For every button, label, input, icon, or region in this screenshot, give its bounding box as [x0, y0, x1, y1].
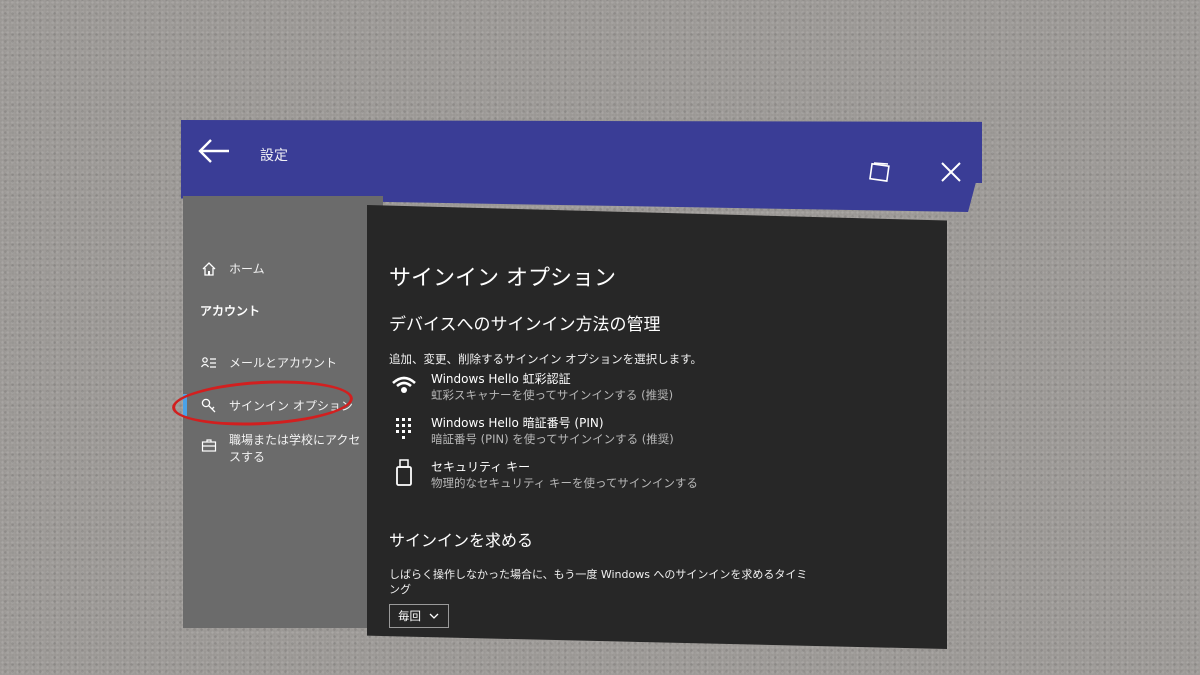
- sidebar-item-label: 職場または学校にアクセスする: [229, 433, 361, 464]
- main-content: サインイン オプション デバイスへのサインイン方法の管理 追加、変更、削除するサ…: [367, 205, 947, 649]
- option-iris[interactable]: Windows Hello 虹彩認証 虹彩スキャナーを使ってサインインする (推…: [391, 371, 673, 403]
- sidebar-item-label: メールとアカウント: [229, 356, 338, 370]
- section-heading-require-signin: サインインを求める: [389, 531, 534, 550]
- option-title: Windows Hello 虹彩認証: [431, 372, 571, 386]
- restore-button[interactable]: [868, 160, 892, 183]
- back-button[interactable]: [197, 136, 231, 166]
- option-title: セキュリティ キー: [431, 460, 531, 474]
- title-bar: 設定: [181, 120, 982, 183]
- require-signin-dropdown[interactable]: 毎回: [389, 604, 449, 628]
- intro-text: 追加、変更、削除するサインイン オプションを選択します。: [389, 352, 703, 366]
- sidebar-item-home[interactable]: ホーム: [201, 260, 265, 277]
- require-signin-text: しばらく操作しなかった場合に、もう一度 Windows へのサインインを求めるタ…: [389, 568, 808, 596]
- chevron-down-icon: [429, 613, 439, 619]
- keypad-icon: [396, 418, 411, 439]
- restore-window-icon: [869, 162, 890, 182]
- option-security-key[interactable]: セキュリティ キー 物理的なセキュリティ キーを使ってサインインする: [391, 459, 698, 491]
- option-description: 物理的なセキュリティ キーを使ってサインインする: [431, 476, 698, 490]
- briefcase-icon: [201, 439, 217, 452]
- option-title: Windows Hello 暗証番号 (PIN): [431, 416, 604, 430]
- close-button[interactable]: [939, 160, 963, 183]
- people-list-icon: [201, 357, 216, 368]
- option-description: 暗証番号 (PIN) を使ってサインインする (推奨): [431, 432, 674, 446]
- sidebar-home-label: ホーム: [229, 262, 265, 276]
- eye-icon: [392, 376, 416, 393]
- option-pin[interactable]: Windows Hello 暗証番号 (PIN) 暗証番号 (PIN) を使って…: [391, 415, 674, 447]
- window-title: 設定: [260, 148, 288, 164]
- option-description: 虹彩スキャナーを使ってサインインする (推奨): [431, 388, 674, 402]
- page-title: サインイン オプション: [389, 266, 616, 291]
- usb-key-icon: [396, 459, 412, 486]
- sidebar-item-email-accounts[interactable]: メールとアカウント: [201, 354, 337, 371]
- close-icon: [941, 162, 961, 182]
- settings-window: 設定 ホーム アカウント メールとアカウント サインイン オプション 職場または…: [0, 0, 1200, 675]
- back-arrow-icon: [198, 139, 229, 163]
- home-icon: [202, 262, 216, 276]
- sidebar-item-work-school[interactable]: 職場または学校にアクセスする: [201, 432, 366, 466]
- section-heading-manage: デバイスへのサインイン方法の管理: [389, 315, 661, 335]
- sidebar-section-heading: アカウント: [200, 304, 261, 318]
- dropdown-value: 毎回: [398, 609, 421, 623]
